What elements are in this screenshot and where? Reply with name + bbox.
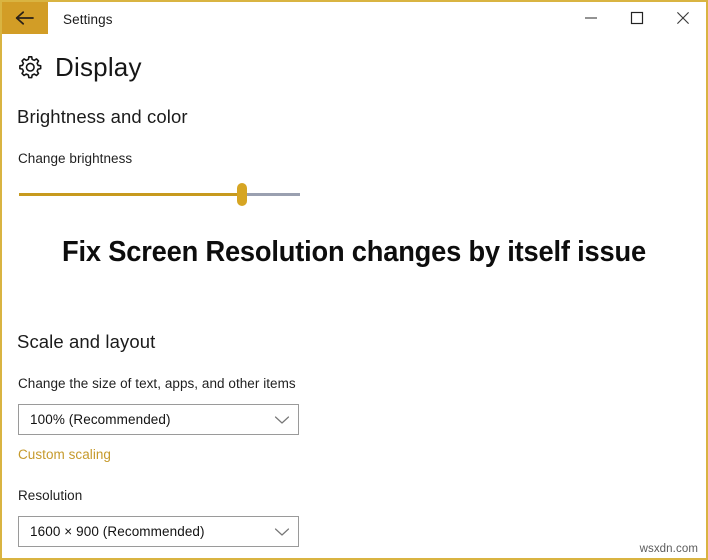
scale-dropdown[interactable]: 100% (Recommended) — [18, 404, 299, 435]
close-button[interactable] — [660, 2, 706, 34]
chevron-down-icon — [266, 415, 298, 425]
arrow-left-icon — [14, 10, 36, 26]
overlay-headline: Fix Screen Resolution changes by itself … — [62, 236, 646, 268]
brightness-slider[interactable] — [19, 183, 300, 207]
window-title: Settings — [63, 11, 113, 27]
watermark: wsxdn.com — [639, 543, 698, 555]
maximize-icon — [630, 11, 644, 25]
gear-icon — [17, 54, 43, 80]
page-title: Display — [55, 52, 142, 82]
minimize-button[interactable] — [568, 2, 614, 34]
section-heading-scale: Scale and layout — [17, 331, 156, 352]
settings-window: Settings Display Brightness and color Ch… — [0, 0, 708, 560]
back-button[interactable] — [2, 2, 48, 34]
slider-fill — [19, 193, 243, 196]
chevron-down-icon — [266, 527, 298, 537]
change-brightness-label: Change brightness — [18, 151, 133, 166]
resolution-dropdown-value: 1600 × 900 (Recommended) — [30, 524, 205, 539]
custom-scaling-link[interactable]: Custom scaling — [18, 447, 111, 462]
change-size-label: Change the size of text, apps, and other… — [18, 376, 296, 391]
section-heading-brightness: Brightness and color — [17, 106, 188, 127]
scale-dropdown-value: 100% (Recommended) — [30, 412, 171, 427]
title-bar: Settings — [2, 2, 706, 36]
minimize-icon — [584, 12, 598, 24]
resolution-label: Resolution — [18, 488, 83, 503]
slider-thumb[interactable] — [237, 183, 247, 206]
maximize-button[interactable] — [614, 2, 660, 34]
page-header: Display — [17, 54, 142, 80]
close-icon — [676, 11, 690, 25]
resolution-dropdown[interactable]: 1600 × 900 (Recommended) — [18, 516, 299, 547]
titlebar-spacer — [113, 2, 568, 36]
settings-content: Display Brightness and color Change brig… — [2, 36, 706, 558]
